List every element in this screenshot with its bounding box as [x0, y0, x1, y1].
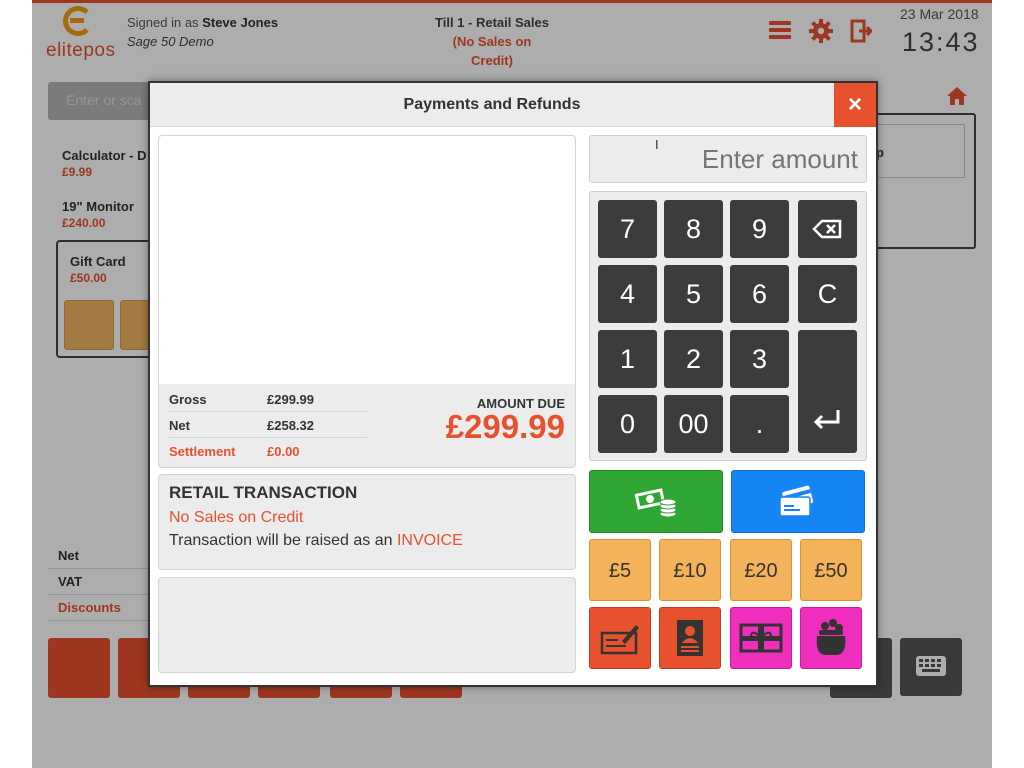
key-5[interactable]: 5 [664, 265, 723, 323]
account-payment-button[interactable] [659, 607, 721, 669]
gift-voucher-icon [739, 623, 783, 653]
quick-amount-20[interactable]: £20 [730, 539, 792, 601]
key-9[interactable]: 9 [730, 200, 789, 258]
backspace-key[interactable] [798, 200, 857, 258]
cash-payment-button[interactable] [589, 470, 723, 533]
numeric-keypad: 7 8 9 4 5 6 C 1 2 3 0 00 . [589, 191, 867, 461]
amount-input[interactable] [590, 136, 866, 182]
dialog-header: Payments and Refunds × [150, 83, 876, 127]
quick-amount-50[interactable]: £50 [800, 539, 862, 601]
quick-amount-10[interactable]: £10 [659, 539, 721, 601]
cheque-payment-button[interactable] [589, 607, 651, 669]
enter-key[interactable] [798, 330, 857, 453]
key-1[interactable]: 1 [598, 330, 657, 388]
key-0[interactable]: 0 [598, 395, 657, 453]
key-decimal[interactable]: . [730, 395, 789, 453]
text-cursor-icon: I [655, 137, 659, 152]
amount-due-value: £299.99 [445, 408, 565, 445]
dialog-title: Payments and Refunds [403, 96, 581, 113]
key-2[interactable]: 2 [664, 330, 723, 388]
loyalty-pot-icon [816, 619, 846, 655]
backspace-icon [812, 219, 842, 239]
pos-app: elitepos Signed in as Steve Jones Sage 5… [32, 0, 992, 768]
payment-summary: Gross £299.99 Net £258.32 Settlement £0.00 … [158, 384, 576, 468]
net-row: Net £258.32 [169, 412, 367, 438]
notes-panel [158, 577, 576, 673]
gift-voucher-button[interactable] [730, 607, 792, 669]
key-4[interactable]: 4 [598, 265, 657, 323]
card-icon [779, 485, 814, 517]
key-00[interactable]: 00 [664, 395, 723, 453]
key-6[interactable]: 6 [730, 265, 789, 323]
clear-key[interactable]: C [798, 265, 857, 323]
transaction-line-1: No Sales on Credit [169, 509, 304, 526]
cheque-icon [600, 625, 639, 655]
enter-icon [813, 410, 840, 430]
payment-list [158, 135, 576, 385]
key-7[interactable]: 7 [598, 200, 657, 258]
amount-field[interactable] [589, 135, 867, 183]
key-8[interactable]: 8 [664, 200, 723, 258]
key-3[interactable]: 3 [730, 330, 789, 388]
loyalty-payment-button[interactable] [800, 607, 862, 669]
close-button[interactable]: × [834, 83, 876, 127]
card-payment-button[interactable] [731, 470, 865, 533]
settlement-row: Settlement £0.00 [169, 444, 300, 459]
payments-dialog: Payments and Refunds × Gross £299.99 Net £… [148, 81, 878, 687]
gross-row: Gross £299.99 [169, 386, 367, 412]
quick-amount-5[interactable]: £5 [589, 539, 651, 601]
account-icon [677, 620, 703, 656]
transaction-heading: RETAIL TRANSACTION [169, 483, 358, 502]
transaction-line-2: Transaction will be raised as an INVOICE [169, 532, 463, 549]
cash-icon [634, 487, 677, 517]
transaction-info: RETAIL TRANSACTION No Sales on Credit Tr… [158, 474, 576, 570]
